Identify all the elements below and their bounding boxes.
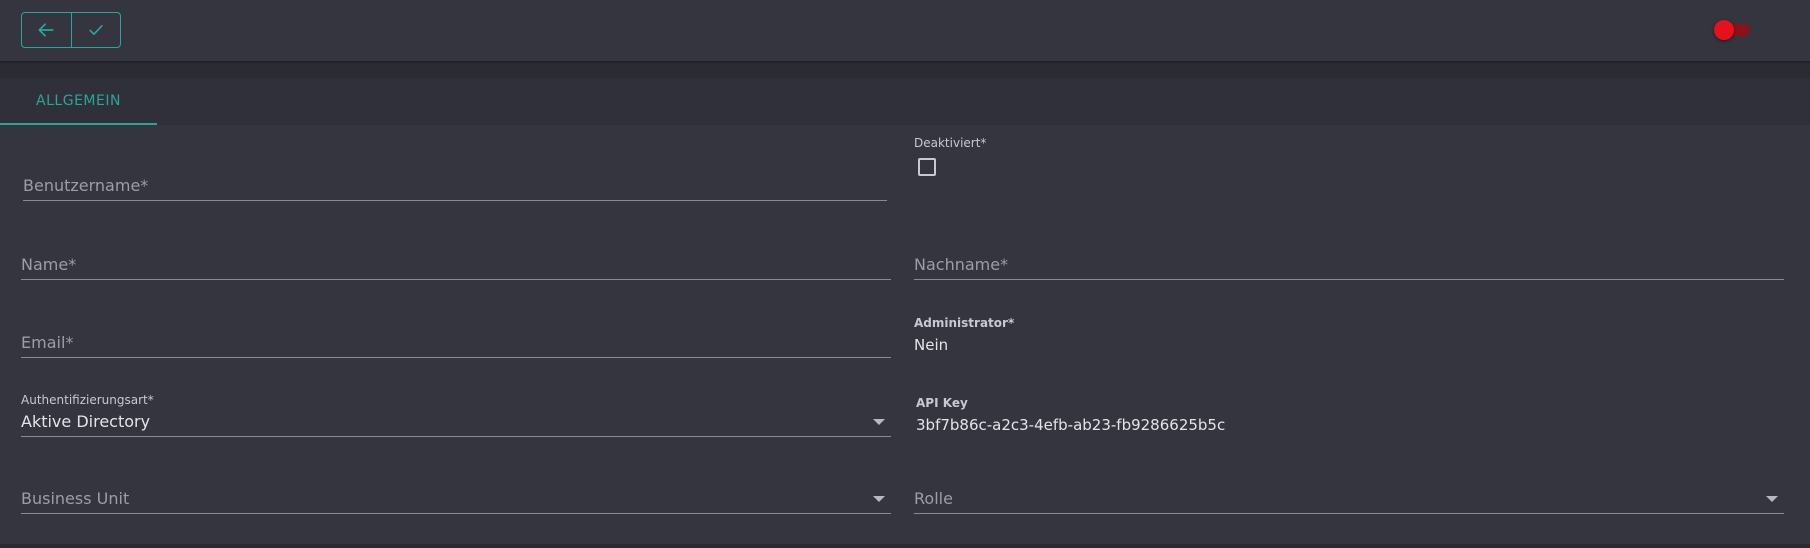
chevron-down-icon: [873, 496, 885, 502]
chevron-down-icon: [873, 419, 885, 425]
api-key-field: API Key 3bf7b86c-a2c3-4efb-ab23-fb928662…: [916, 396, 1516, 446]
save-button[interactable]: [70, 13, 121, 47]
main-panel: ALLGEMEIN Benutzername* Deaktiviert* Nam…: [0, 78, 1810, 544]
check-icon: [89, 25, 103, 36]
business-unit-select[interactable]: Business Unit: [21, 484, 891, 514]
top-toolbar: [0, 0, 1810, 61]
last-name-placeholder: Nachname*: [914, 255, 1009, 274]
action-button-group: [21, 12, 121, 48]
administrator-field: Administrator* Nein: [914, 316, 1214, 366]
deactivated-checkbox[interactable]: [918, 158, 936, 176]
deactivated-field: Deaktiviert*: [914, 136, 1114, 186]
auth-type-field[interactable]: Authentifizierungsart* Aktive Directory: [21, 393, 891, 453]
chevron-down-icon: [1766, 496, 1778, 502]
toggle-thumb: [1714, 20, 1734, 40]
email-field[interactable]: Email*: [21, 328, 891, 358]
status-toggle[interactable]: [1712, 18, 1756, 42]
administrator-value: Nein: [914, 336, 949, 354]
email-placeholder: Email*: [21, 333, 74, 352]
tab-bar: ALLGEMEIN: [0, 78, 1810, 125]
tab-allgemein[interactable]: ALLGEMEIN: [0, 78, 157, 125]
arrow-left-icon: [38, 23, 54, 37]
first-name-placeholder: Name*: [21, 255, 77, 274]
api-key-value: 3bf7b86c-a2c3-4efb-ab23-fb9286625b5c: [916, 416, 1226, 434]
first-name-field[interactable]: Name*: [21, 250, 891, 280]
username-field[interactable]: Benutzername*: [23, 171, 887, 201]
role-select[interactable]: Rolle: [914, 484, 1784, 514]
api-key-label: API Key: [916, 396, 968, 410]
administrator-label: Administrator*: [914, 316, 1015, 330]
username-placeholder: Benutzername*: [23, 176, 149, 195]
auth-type-select[interactable]: Aktive Directory: [21, 407, 891, 437]
role-placeholder: Rolle: [914, 489, 953, 508]
deactivated-label: Deaktiviert*: [914, 136, 987, 150]
business-unit-placeholder: Business Unit: [21, 489, 130, 508]
back-button[interactable]: [22, 13, 71, 47]
auth-type-value: Aktive Directory: [21, 412, 151, 431]
auth-type-label: Authentifizierungsart*: [21, 393, 154, 407]
last-name-field[interactable]: Nachname*: [914, 250, 1784, 280]
